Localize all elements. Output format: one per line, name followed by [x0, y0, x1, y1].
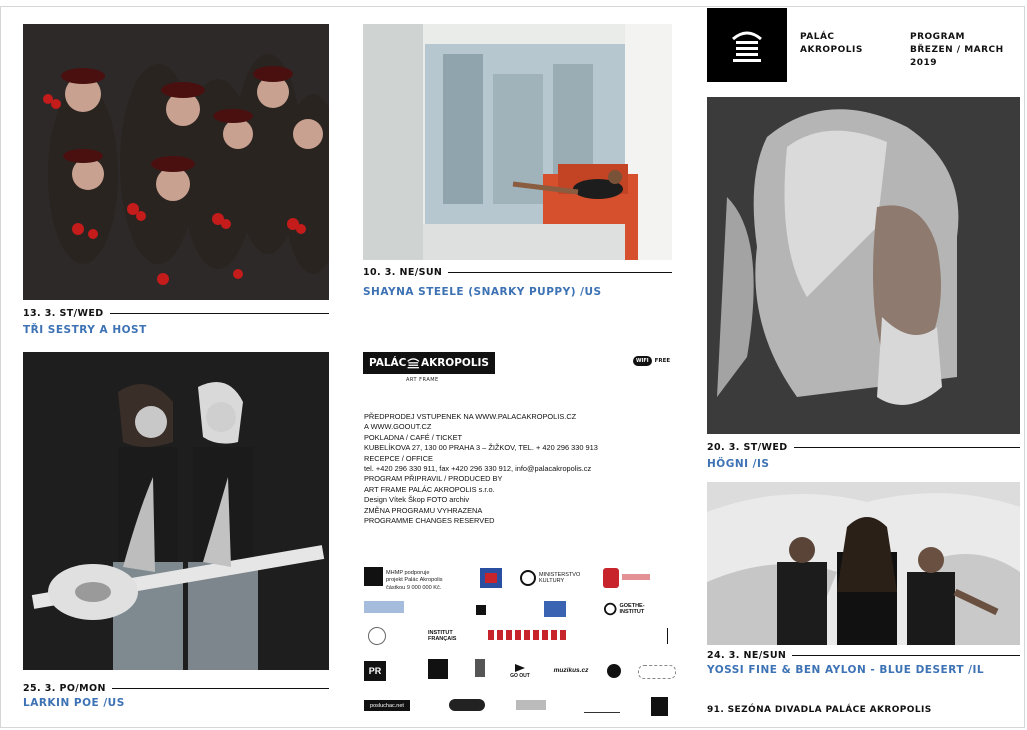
photo-shayna-steele [363, 24, 672, 260]
akropolis-logo [707, 8, 787, 82]
sponsor-icon [607, 664, 621, 678]
brand-subtitle: ART FRAME [406, 377, 439, 383]
info-line: PROGRAMME CHANGES RESERVED [364, 516, 495, 526]
sponsor-logo [475, 659, 485, 677]
embassy-logo [603, 628, 668, 644]
info-line: ART FRAME PALÁC AKROPOLIS s.r.o. [364, 484, 495, 494]
sponsor-logo [544, 601, 566, 617]
event-title[interactable]: YOSSI FINE & BEN AYLON - BLUE DESERT /IL [707, 664, 984, 676]
event-date: 10. 3. NE/SUN [363, 267, 672, 278]
brand-name: PALÁC AKROPOLIS [800, 32, 863, 55]
building-icon [732, 31, 762, 62]
sponsor-logo [488, 630, 568, 640]
goout-icon [515, 664, 525, 672]
sponsor-logo [428, 659, 448, 679]
pr-logo: PR [364, 661, 386, 681]
event-title[interactable]: TŘI SESTRY A HOST [23, 324, 147, 336]
goout-logo: GO OUT [508, 660, 532, 682]
goethe-icon [604, 602, 617, 616]
info-line: PROGRAM PŘIPRAVIL / PRODUCED BY [364, 474, 503, 484]
sponsor-logo [516, 700, 546, 710]
info-line: KUBELÍKOVA 27, 130 00 PRAHA 3 – ŽIŽKOV, … [364, 443, 598, 453]
info-line: RECEPCE / OFFICE [364, 453, 433, 463]
sponsor-logo [364, 601, 404, 613]
wifi-badge: WIFI FREE [633, 356, 670, 366]
photo-yossi-fine [707, 482, 1020, 645]
muzikus-logo: muzikus.cz [553, 666, 589, 674]
sponsor-logo [638, 665, 676, 679]
building-icon [407, 358, 420, 369]
info-line: POKLADNA / CAFÉ / TICKET [364, 432, 463, 442]
sponsor-logo [584, 698, 620, 713]
sponsor-logo [449, 699, 485, 711]
info-line: Design Vítek Škop FOTO archiv [364, 495, 470, 505]
photo-hogni [707, 97, 1020, 434]
program-page: 13. 3. ST/WED TŘI SESTRY A HOST 10. 3. N… [0, 0, 1027, 730]
event-date: 24. 3. NE/SUN [707, 650, 1020, 661]
posluchac-logo: posluchac.net [364, 700, 410, 711]
info-line: A WWW.GOOUT.CZ [364, 422, 432, 432]
event-title[interactable]: SHAYNA STEELE (SNARKY PUPPY) /US [363, 286, 602, 298]
info-line: ZMĚNA PROGRAMU VYHRAZENA [364, 505, 483, 515]
wifi-icon: WIFI [633, 356, 652, 366]
prague-coat-icon [603, 568, 619, 588]
season-footer: 91. SEZÓNA DIVADLA PALÁCE AKROPOLIS [707, 705, 932, 715]
info-line: PŘEDPRODEJ VSTUPENEK NA WWW.PALACAKROPOL… [364, 412, 577, 421]
info-line: tel. +420 296 330 911, fax +420 296 330 … [364, 464, 592, 474]
sponsor-logo [651, 697, 668, 716]
mhmp-logo [364, 567, 383, 586]
event-date: 13. 3. ST/WED [23, 308, 329, 319]
mhmp-note: MHMP podporuje projekt Palác Akropolis č… [386, 570, 443, 591]
palac-akropolis-logo: PALÁC AKROPOLIS [363, 352, 495, 374]
prague-label [622, 574, 650, 580]
photo-tri-sestry [23, 24, 329, 300]
photo-larkin-poe [23, 352, 329, 670]
ministry-icon [520, 570, 536, 586]
ticket-info: PŘEDPRODEJ VSTUPENEK NA WWW.PALACAKROPOL… [364, 412, 598, 526]
ministry-logo: MINISTERSTVO KULTURY [520, 569, 580, 587]
program-heading: PROGRAM BŘEZEN / MARCH 2019 [910, 32, 1004, 68]
event-date: 20. 3. ST/WED [707, 442, 1020, 453]
prague3-logo [480, 568, 502, 588]
sponsor-seal-icon [368, 627, 386, 645]
goethe-logo: GOETHE-INSTITUT [604, 601, 664, 617]
institut-francais-logo: INSTITUT FRANÇAIS [428, 630, 457, 642]
sponsor-logo [468, 598, 494, 622]
event-date: 25. 3. PO/MON [23, 683, 329, 694]
event-title[interactable]: HÖGNI /IS [707, 458, 770, 470]
event-title[interactable]: LARKIN POE /US [23, 697, 125, 709]
